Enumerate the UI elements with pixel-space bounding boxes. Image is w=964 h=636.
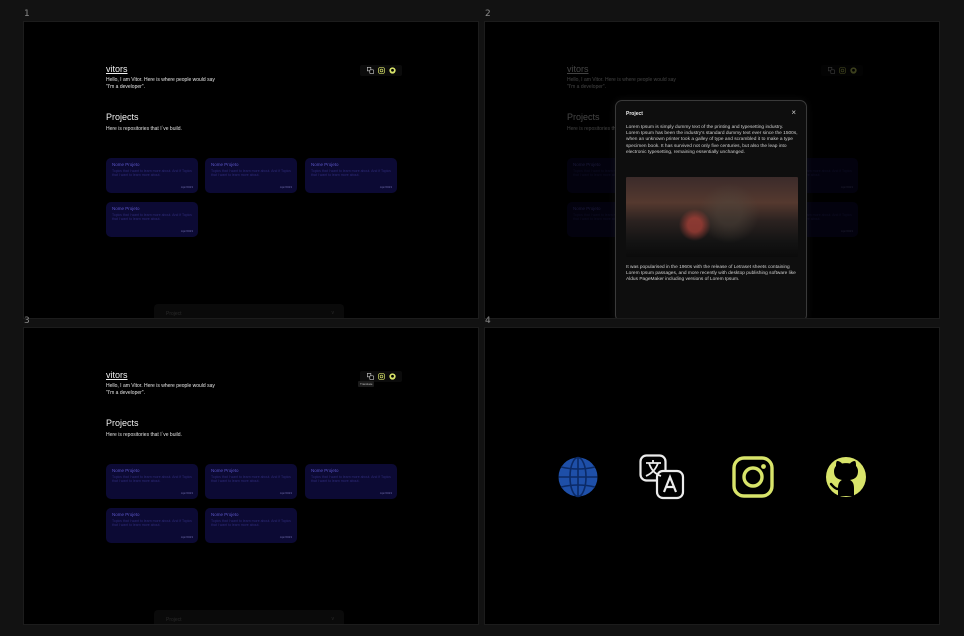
card-date: Apr/2023 bbox=[180, 185, 193, 189]
projects-heading: Projects bbox=[106, 418, 139, 428]
card-date: Apr/2023 bbox=[279, 185, 292, 189]
chevron-down-icon: v bbox=[331, 616, 335, 622]
icon-toolbar bbox=[360, 65, 402, 76]
translate-tooltip: Translate bbox=[358, 381, 375, 387]
card-date: Apr/2023 bbox=[279, 491, 292, 495]
intro-text: Hello, I am Vitor. Here is where people … bbox=[106, 383, 215, 396]
intro-text: Hello, I am Vitor. Here is where people … bbox=[567, 77, 676, 90]
modal-paragraph-2: It was popularised in the 1960s with the… bbox=[626, 265, 796, 283]
project-footer-bar[interactable]: Project v bbox=[154, 610, 344, 624]
panel-2: vitors Hello, I am Vitor. Here is where … bbox=[484, 21, 940, 319]
translate-icon[interactable] bbox=[827, 67, 835, 74]
project-modal: Project × Lorem Ipsum is simply dummy te… bbox=[615, 100, 807, 318]
card-date: Apr/2023 bbox=[840, 229, 853, 233]
intro-text: Hello, I am Vitor. Here is where people … bbox=[106, 77, 215, 90]
instagram-icon[interactable] bbox=[377, 373, 385, 380]
card-title: Nome Projeto bbox=[112, 162, 140, 167]
brand-link[interactable]: vitors bbox=[106, 64, 128, 74]
modal-paragraph-1: Lorem Ipsum is simply dummy text of the … bbox=[626, 125, 798, 155]
card-title: Nome Projeto bbox=[211, 162, 239, 167]
project-card[interactable]: Nome Projeto Topics that I want to learn… bbox=[205, 158, 297, 193]
card-date: Apr/2023 bbox=[180, 535, 193, 539]
panel-label-1: 1 bbox=[24, 9, 30, 19]
project-card[interactable]: Nome Projeto Topics that I want to learn… bbox=[106, 158, 198, 193]
close-icon[interactable]: × bbox=[791, 108, 796, 117]
panel-4 bbox=[484, 327, 940, 625]
card-title: Nome Projeto bbox=[211, 512, 239, 517]
brand-link[interactable]: vitors bbox=[106, 370, 128, 380]
github-icon[interactable] bbox=[388, 373, 396, 380]
card-title: Nome Projeto bbox=[573, 206, 601, 211]
panel-1: vitors Hello, I am Vitor. Here is where … bbox=[23, 21, 479, 319]
project-card[interactable]: Nome Projeto Topics that I want to learn… bbox=[205, 508, 297, 543]
card-description: Topics that I want to learn more about. … bbox=[112, 213, 192, 222]
projects-heading: Projects bbox=[567, 112, 600, 122]
modal-title: Project bbox=[626, 111, 643, 117]
card-description: Topics that I want to learn more about. … bbox=[211, 475, 291, 484]
instagram-icon[interactable] bbox=[838, 67, 846, 74]
project-card[interactable]: Nome Projeto Topics that I want to learn… bbox=[305, 464, 397, 499]
card-date: Apr/2023 bbox=[379, 185, 392, 189]
card-title: Nome Projeto bbox=[311, 162, 339, 167]
projects-heading: Projects bbox=[106, 112, 139, 122]
project-card[interactable]: Nome Projeto Topics that I want to learn… bbox=[106, 464, 198, 499]
project-card[interactable]: Nome Projeto Topics that I want to learn… bbox=[205, 464, 297, 499]
card-description: Topics that I want to learn more about. … bbox=[211, 169, 291, 178]
translate-icon[interactable] bbox=[366, 373, 374, 380]
chevron-down-icon: v bbox=[331, 310, 335, 316]
globe-icon bbox=[558, 456, 598, 498]
projects-subtitle: Here is repositories that I`ve build. bbox=[106, 432, 182, 438]
instagram-icon[interactable] bbox=[377, 67, 385, 74]
project-card[interactable]: Nome Projeto Topics that I want to learn… bbox=[106, 508, 198, 543]
instagram-icon bbox=[732, 456, 774, 498]
card-date: Apr/2023 bbox=[180, 491, 193, 495]
card-title: Nome Projeto bbox=[112, 512, 140, 517]
panel-label-4: 4 bbox=[485, 316, 491, 326]
icon-toolbar bbox=[821, 65, 863, 76]
card-date: Apr/2023 bbox=[379, 491, 392, 495]
github-icon[interactable] bbox=[388, 67, 396, 74]
card-title: Nome Projeto bbox=[112, 468, 140, 473]
footer-label: Project bbox=[166, 311, 182, 317]
card-title: Nome Projeto bbox=[211, 468, 239, 473]
card-title: Nome Projeto bbox=[112, 206, 140, 211]
modal-image bbox=[626, 177, 798, 257]
card-date: Apr/2023 bbox=[840, 185, 853, 189]
card-description: Topics that I want to learn more about. … bbox=[211, 519, 291, 528]
project-card[interactable]: Nome Projeto Topics that I want to learn… bbox=[305, 158, 397, 193]
card-description: Topics that I want to learn more about. … bbox=[112, 475, 192, 484]
card-description: Topics that I want to learn more about. … bbox=[311, 475, 391, 484]
translate-icon bbox=[639, 454, 685, 500]
projects-subtitle: Here is repositories that I`ve build. bbox=[106, 126, 182, 132]
panel-label-2: 2 bbox=[485, 9, 491, 19]
footer-label: Project bbox=[166, 617, 182, 623]
card-description: Topics that I want to learn more about. … bbox=[112, 169, 192, 178]
card-date: Apr/2023 bbox=[180, 229, 193, 233]
card-title: Nome Projeto bbox=[311, 468, 339, 473]
project-footer-bar[interactable]: Project v bbox=[154, 304, 344, 318]
panel-label-3: 3 bbox=[24, 316, 30, 326]
card-description: Topics that I want to learn more about. … bbox=[112, 519, 192, 528]
brand-link[interactable]: vitors bbox=[567, 64, 589, 74]
translate-icon[interactable] bbox=[366, 67, 374, 74]
github-icon[interactable] bbox=[849, 67, 857, 74]
github-icon bbox=[826, 457, 866, 497]
card-title: Nome Projeto bbox=[573, 162, 601, 167]
project-card[interactable]: Nome Projeto Topics that I want to learn… bbox=[106, 202, 198, 237]
card-description: Topics that I want to learn more about. … bbox=[311, 169, 391, 178]
card-date: Apr/2023 bbox=[279, 535, 292, 539]
panel-3: vitors Hello, I am Vitor. Here is where … bbox=[23, 327, 479, 625]
